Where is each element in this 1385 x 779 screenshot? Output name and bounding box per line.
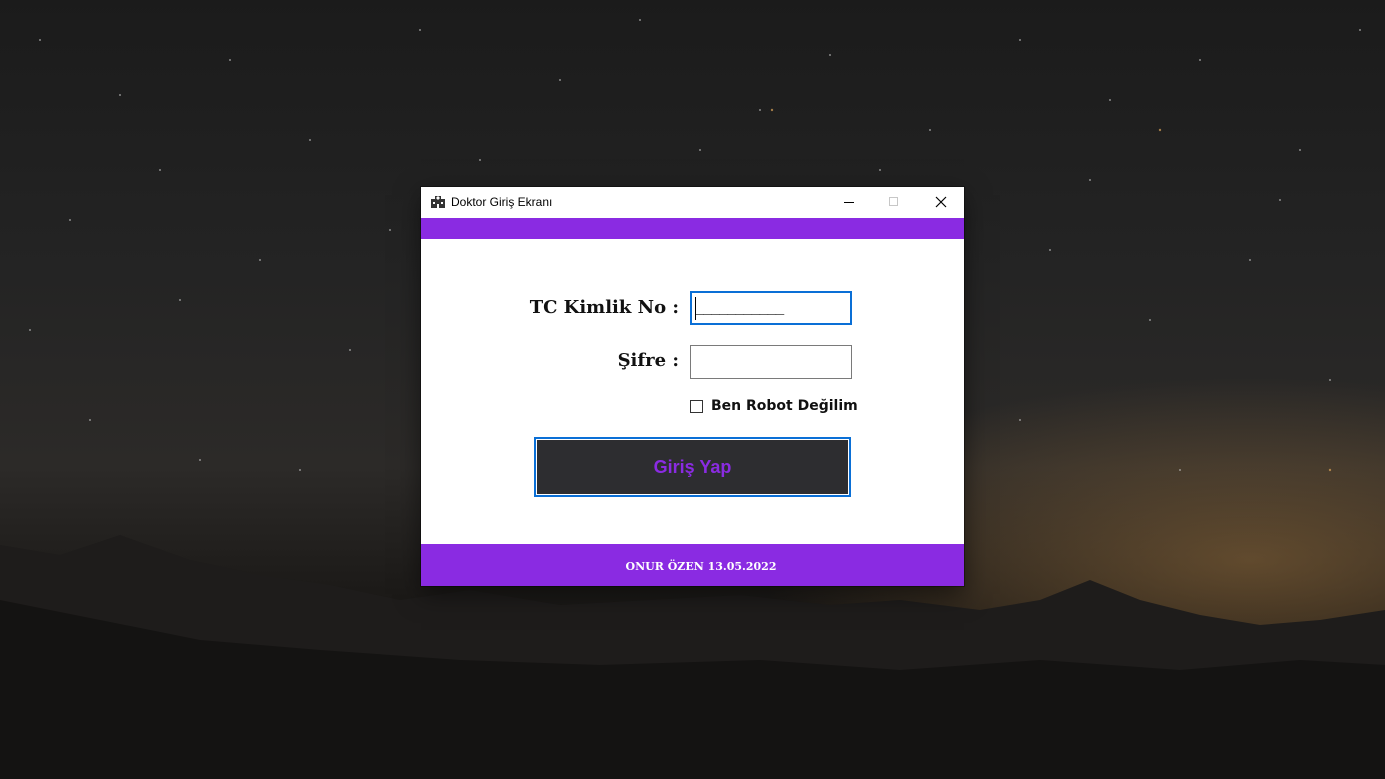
minimize-icon <box>844 202 854 203</box>
title-bar[interactable]: Doktor Giriş Ekranı <box>421 187 964 218</box>
tc-kimlik-mask: ___________ <box>695 297 784 315</box>
not-robot-label[interactable]: Ben Robot Değilim <box>711 398 858 414</box>
tc-kimlik-label: TC Kimlik No : <box>529 297 679 318</box>
checkbox-box[interactable] <box>690 400 703 413</box>
footer-author-date: ONUR ÖZEN 13.05.2022 <box>625 560 777 573</box>
password-label: Şifre : <box>617 350 679 371</box>
maximize-button[interactable] <box>872 187 917 217</box>
window-title: Doktor Giriş Ekranı <box>451 195 553 209</box>
maximize-icon <box>889 197 898 206</box>
close-icon <box>935 196 947 208</box>
minimize-button[interactable] <box>827 187 872 217</box>
footer-band: ONUR ÖZEN 13.05.2022 <box>421 544 964 586</box>
close-button[interactable] <box>918 187 963 217</box>
login-button-label: Giriş Yap <box>653 457 732 477</box>
login-button[interactable]: Giriş Yap <box>534 437 851 497</box>
header-band <box>421 218 964 239</box>
hospital-icon <box>431 196 445 208</box>
tc-kimlik-input[interactable]: ___________ <box>690 291 852 325</box>
text-caret <box>695 297 696 320</box>
login-window: Doktor Giriş Ekranı TC Kimlik No : _____… <box>421 187 964 586</box>
password-input[interactable] <box>690 345 852 379</box>
